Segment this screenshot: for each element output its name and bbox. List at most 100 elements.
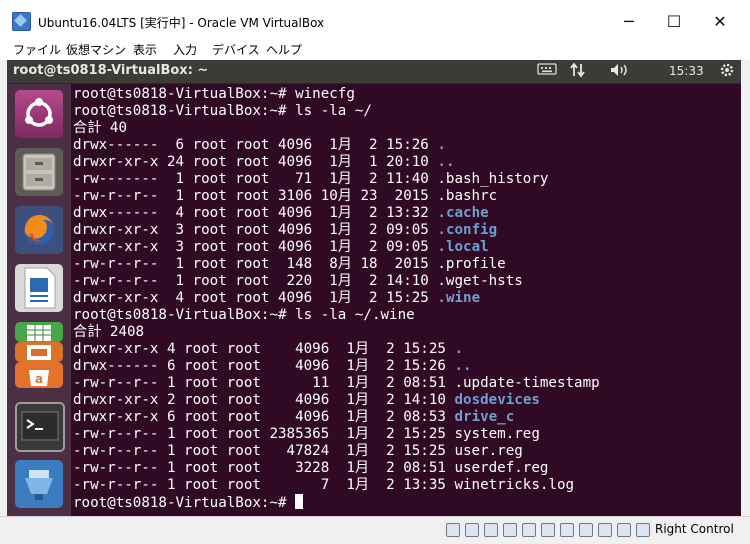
libreoffice-calc-icon[interactable] xyxy=(15,322,63,342)
terminal-icon[interactable] xyxy=(15,402,65,452)
terminal-text: -rw-r--r-- 1 root root 7 1月 2 13:35 wine… xyxy=(73,477,575,493)
directory-name: .local xyxy=(437,239,489,255)
terminal-text: 合計 40 xyxy=(73,120,127,136)
terminal-text: -rw-r--r-- 1 root root 11 1月 2 08:51 .up… xyxy=(73,375,600,391)
virtualbox-app-icon xyxy=(12,12,31,31)
panel-window-title: root@ts0818-VirtualBox: ~ xyxy=(13,63,209,78)
terminal-line: drwxr-xr-x 24 root root 4096 1月 1 20:10 … xyxy=(73,154,455,171)
terminal-line: root@ts0818-VirtualBox:~# xyxy=(73,494,304,511)
directory-name: . xyxy=(454,341,464,357)
terminal-line: drwxr-xr-x 2 root root 4096 1月 2 14:10 d… xyxy=(73,392,540,409)
virtualbox-status-bar: Right Control xyxy=(0,516,750,544)
terminal-line: 合計 40 xyxy=(73,120,127,137)
libreoffice-writer-icon[interactable] xyxy=(15,264,63,312)
menu-input[interactable]: 入力 xyxy=(173,41,197,58)
terminal-text: drwxr-xr-x 6 root root 4096 1月 2 08:53 xyxy=(73,409,455,425)
terminal-text: drwxr-xr-x 3 root root 4096 1月 2 09:05 xyxy=(73,222,438,238)
software-center-icon[interactable]: a xyxy=(15,362,63,388)
firefox-icon[interactable] xyxy=(15,206,63,254)
terminal-line: root@ts0818-VirtualBox:~# ls -la ~/ xyxy=(73,103,372,120)
network-icon[interactable] xyxy=(570,62,586,81)
terminal-text: -rw-r--r-- 1 root root 148 8月 18 2015 .p… xyxy=(73,256,506,272)
network-adapter-icon[interactable] xyxy=(503,523,517,537)
directory-name: .wine xyxy=(437,290,481,306)
terminal-line: -rw-r--r-- 1 root root 11 1月 2 08:51 .up… xyxy=(73,375,600,392)
terminal-text: drwxr-xr-x 24 root root 4096 1月 1 20:10 xyxy=(73,154,438,170)
terminal-line: drwxr-xr-x 3 root root 4096 1月 2 09:05 .… xyxy=(73,239,489,256)
ubuntu-dash-icon[interactable] xyxy=(15,90,63,138)
video-capture-icon[interactable] xyxy=(579,523,593,537)
panel-clock[interactable]: 15:33 xyxy=(669,64,704,78)
terminal-line: drwx------ 4 root root 4096 1月 2 13:32 .… xyxy=(73,205,489,222)
maximize-icon: ☐ xyxy=(666,11,682,31)
minimize-icon: ─ xyxy=(624,11,634,31)
terminal-text: drwx------ 6 root root 4096 1月 2 15:26 xyxy=(73,358,455,374)
terminal-text: root@ts0818-VirtualBox:~# winecfg xyxy=(73,86,355,102)
directory-name: .. xyxy=(437,154,455,170)
libreoffice-impress-icon[interactable] xyxy=(15,342,63,362)
window-title: Ubuntu16.04LTS [実行中] - Oracle VM Virtual… xyxy=(38,16,325,30)
terminal-line: 合計 2408 xyxy=(73,324,144,341)
svg-text:a: a xyxy=(35,372,43,386)
window-title-bar[interactable]: Ubuntu16.04LTS [実行中] - Oracle VM Virtual… xyxy=(0,0,750,38)
host-key-arrow-icon[interactable] xyxy=(636,523,650,537)
terminal-line: -rw-r--r-- 1 root root 3228 1月 2 08:51 u… xyxy=(73,460,548,477)
terminal-line: drwx------ 6 root root 4096 1月 2 15:26 . xyxy=(73,137,446,154)
shared-folder-icon[interactable] xyxy=(541,523,555,537)
terminal-text: -rw------- 1 root root 71 1月 2 11:40 .ba… xyxy=(73,171,549,187)
maximize-button[interactable]: ☐ xyxy=(652,6,696,36)
terminal-text: drwxr-xr-x 4 root root 4096 1月 2 15:25 xyxy=(73,290,438,306)
terminal-line: -rw-r--r-- 1 root root 47824 1月 2 15:25 … xyxy=(73,443,523,460)
volume-icon[interactable] xyxy=(609,62,631,81)
terminal-text: -rw-r--r-- 1 root root 3106 10月 23 2015 … xyxy=(73,188,498,204)
power-gear-icon[interactable] xyxy=(719,62,735,81)
close-icon: ✕ xyxy=(713,11,727,31)
close-button[interactable]: ✕ xyxy=(698,6,742,36)
hard-disk-icon[interactable] xyxy=(446,523,460,537)
directory-name: . xyxy=(437,137,446,153)
menu-view[interactable]: 表示 xyxy=(133,41,157,58)
terminal-text: root@ts0818-VirtualBox:~# xyxy=(73,495,296,511)
menu-devices[interactable]: デバイス xyxy=(212,41,260,58)
minimize-button[interactable]: ─ xyxy=(607,6,651,36)
terminal-text: root@ts0818-VirtualBox:~# ls -la ~/ xyxy=(73,103,372,119)
window-frame-right xyxy=(741,60,750,516)
menu-bar: ファイル 仮想マシン 表示 入力 デバイス ヘルプ xyxy=(0,38,750,60)
terminal-line: drwxr-xr-x 3 root root 4096 1月 2 09:05 .… xyxy=(73,222,497,239)
directory-name: .config xyxy=(437,222,498,238)
menu-machine[interactable]: 仮想マシン xyxy=(66,41,126,58)
terminal-line: -rw-r--r-- 1 root root 220 1月 2 14:10 .w… xyxy=(73,273,523,290)
terminal-text: drwxr-xr-x 2 root root 4096 1月 2 14:10 xyxy=(73,392,455,408)
terminal-line: drwxr-xr-x 6 root root 4096 1月 2 08:53 d… xyxy=(73,409,514,426)
terminal-text: -rw-r--r-- 1 root root 2385365 1月 2 15:2… xyxy=(73,426,540,442)
terminal-text: drwxr-xr-x 4 root root 4096 1月 2 15:25 xyxy=(73,341,455,357)
usb-icon[interactable] xyxy=(522,523,536,537)
directory-name: drive_c xyxy=(454,409,515,425)
directory-name: dosdevices xyxy=(454,392,540,408)
ubuntu-top-panel: root@ts0818-VirtualBox: ~ 15:33 xyxy=(7,60,741,84)
directory-name: .cache xyxy=(437,205,489,221)
menu-help[interactable]: ヘルプ xyxy=(266,41,302,58)
terminal-output[interactable]: root@ts0818-VirtualBox:~# winecfg root@ts… xyxy=(71,84,741,516)
terminal-line: drwxr-xr-x 4 root root 4096 1月 2 15:25 .… xyxy=(73,290,480,307)
terminal-line: drwxr-xr-x 4 root root 4096 1月 2 15:25 . xyxy=(73,341,463,358)
terminal-line: root@ts0818-VirtualBox:~# ls -la ~/.wine xyxy=(73,307,415,324)
terminal-line: -rw-r--r-- 1 root root 148 8月 18 2015 .p… xyxy=(73,256,506,273)
optical-drive-icon[interactable] xyxy=(465,523,479,537)
terminal-line: root@ts0818-VirtualBox:~# winecfg xyxy=(73,86,355,103)
mouse-integration-icon[interactable] xyxy=(617,523,631,537)
display-icon[interactable] xyxy=(560,523,574,537)
terminal-text: root@ts0818-VirtualBox:~# ls -la ~/.wine xyxy=(73,307,415,323)
menu-file[interactable]: ファイル xyxy=(13,41,61,58)
host-key-label: Right Control xyxy=(655,522,734,536)
system-settings-icon[interactable] xyxy=(15,460,63,508)
terminal-cursor xyxy=(295,494,304,509)
keyboard-icon[interactable] xyxy=(537,62,557,79)
cpu-icon[interactable] xyxy=(598,523,612,537)
window-frame-left xyxy=(0,60,7,516)
files-icon[interactable] xyxy=(15,148,63,196)
terminal-text: -rw-r--r-- 1 root root 220 1月 2 14:10 .w… xyxy=(73,273,523,289)
audio-icon[interactable] xyxy=(484,523,498,537)
terminal-line: -rw-r--r-- 1 root root 3106 10月 23 2015 … xyxy=(73,188,497,205)
terminal-text: drwx------ 6 root root 4096 1月 2 15:26 xyxy=(73,137,438,153)
